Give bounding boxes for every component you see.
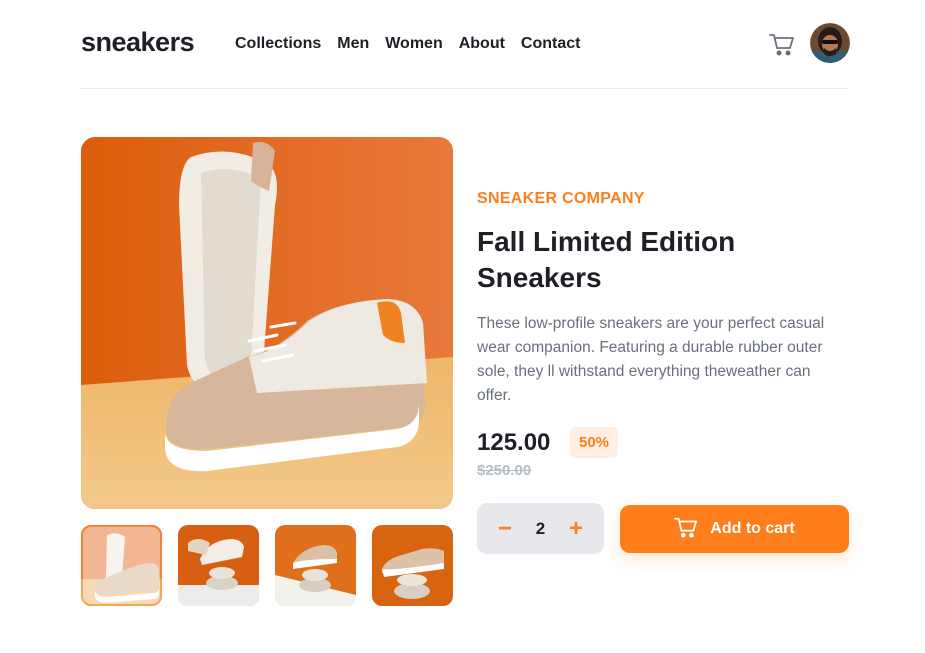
quantity-stepper: − 2 + <box>477 503 604 554</box>
increment-button[interactable]: + <box>556 503 596 554</box>
main-nav: Collections Men Women About Contact <box>235 35 580 53</box>
decrement-button[interactable]: − <box>485 503 525 554</box>
quantity-value: 2 <box>535 519 546 538</box>
product-title-line1: Fall Limited Edition <box>477 226 736 257</box>
thumbnail-1[interactable] <box>81 525 162 606</box>
product-main-image[interactable] <box>81 137 453 509</box>
original-price: $250.00 <box>477 462 532 479</box>
product-title: Fall Limited Edition Sneakers <box>477 224 837 296</box>
thumbnail-2[interactable] <box>178 525 259 606</box>
thumbnail-strip <box>81 525 453 606</box>
add-to-cart-label: Add to cart <box>710 520 795 537</box>
add-to-cart-button[interactable]: Add to cart <box>620 505 849 553</box>
company-name: SNEAKER COMPANY <box>477 190 645 207</box>
brand-logo[interactable]: sneakers <box>81 27 195 58</box>
nav-item-about[interactable]: About <box>459 35 505 53</box>
nav-item-collections[interactable]: Collections <box>235 35 321 53</box>
thumbnail-4[interactable] <box>372 525 453 606</box>
product-description: These low-profile sneakers are your perf… <box>477 315 825 404</box>
user-avatar[interactable] <box>810 23 850 63</box>
site-header: sneakers Collections Men Women About Con… <box>81 0 850 89</box>
thumbnail-3[interactable] <box>275 525 356 606</box>
nav-item-contact[interactable]: Contact <box>521 35 581 53</box>
cart-icon <box>674 516 698 543</box>
current-price: 125.00 <box>477 429 551 456</box>
nav-item-women[interactable]: Women <box>385 35 442 53</box>
product-title-line2: Sneakers <box>477 262 602 293</box>
discount-badge: 50% <box>570 427 618 458</box>
cart-icon[interactable] <box>769 32 795 56</box>
nav-item-men[interactable]: Men <box>337 35 369 53</box>
